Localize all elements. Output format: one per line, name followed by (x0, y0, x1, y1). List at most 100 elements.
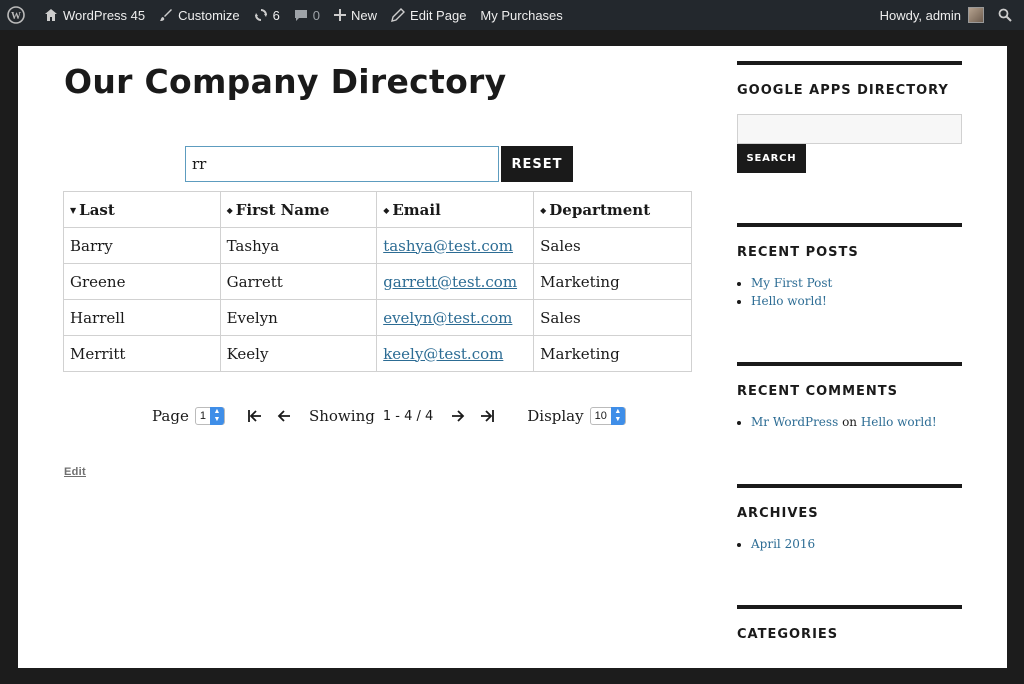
page-label: Page (152, 407, 189, 425)
last-page-icon[interactable] (479, 409, 495, 423)
table-header-row: ▼ Last ◆ First Name ◆ Email ◆ Department (63, 191, 692, 228)
recent-comments-widget: RECENT COMMENTS Mr WordPress on Hello wo… (737, 362, 962, 433)
avatar (968, 7, 984, 23)
comment-bubble-icon (294, 10, 307, 21)
google-apps-search-button[interactable]: SEARCH (737, 144, 806, 173)
next-page-icon[interactable] (451, 409, 465, 423)
comment-on-text: on (842, 415, 858, 429)
new-label: New (351, 7, 378, 23)
email-link[interactable]: tashya@test.com (383, 237, 513, 255)
archive-link[interactable]: April 2016 (751, 537, 815, 551)
column-header-department[interactable]: ◆ Department (533, 191, 692, 228)
comments-link[interactable]: 0 (287, 0, 327, 30)
cell-last: Merritt (63, 335, 221, 372)
select-arrows-icon: ▲ ▼ (610, 407, 625, 425)
cell-last: Greene (63, 263, 221, 300)
sort-icon: ◆ (540, 204, 547, 215)
sort-descending-icon: ▼ (70, 204, 77, 215)
widget-title: ARCHIVES (737, 506, 819, 521)
home-icon (45, 9, 57, 21)
page-select[interactable]: 1 ▲ ▼ (194, 407, 225, 425)
list-item: Mr WordPress on Hello world! (751, 415, 962, 429)
account-menu[interactable]: Howdy, admin (873, 0, 991, 30)
new-content-link[interactable]: New (327, 0, 384, 30)
updates-count: 6 (272, 7, 280, 23)
post-link[interactable]: Hello world! (751, 294, 827, 308)
widget-title: RECENT COMMENTS (737, 384, 899, 399)
updates-icon (254, 9, 267, 21)
widget-title: CATEGORIES (737, 627, 839, 642)
brush-icon (160, 9, 173, 21)
table-row: Greene Garrett garrett@test.com Marketin… (63, 263, 692, 300)
cell-department: Marketing (533, 263, 692, 300)
first-page-icon[interactable] (247, 409, 263, 423)
sort-icon: ◆ (226, 204, 233, 215)
svg-text:W: W (11, 11, 21, 22)
display-select[interactable]: 10 ▲ ▼ (589, 407, 626, 425)
wordpress-logo-icon[interactable]: W (0, 0, 37, 30)
list-item: April 2016 (751, 537, 962, 551)
cell-department: Marketing (533, 335, 692, 372)
cell-email: garrett@test.com (376, 263, 535, 300)
my-purchases-link[interactable]: My Purchases (473, 0, 569, 30)
page-title: Our Company Directory (64, 62, 507, 101)
cell-first-name: Garrett (219, 263, 378, 300)
display-select-value: 10 (594, 410, 607, 422)
admin-bar: W WordPress 45 Customize 6 0 New Edit Pa… (0, 0, 1024, 30)
site-name-link[interactable]: WordPress 45 (37, 0, 152, 30)
recent-comments-list: Mr WordPress on Hello world! (737, 415, 962, 429)
previous-page-icon[interactable] (277, 409, 291, 423)
customize-label: Customize (178, 7, 240, 23)
cell-first-name: Tashya (219, 227, 378, 264)
directory-table: ▼ Last ◆ First Name ◆ Email ◆ Department Bar… (63, 191, 692, 372)
admin-search-icon[interactable] (991, 0, 1024, 30)
directory-search-row: RESET (185, 146, 573, 182)
updates-link[interactable]: 6 (247, 0, 287, 30)
site-name-label: WordPress 45 (63, 7, 146, 23)
comment-post-link[interactable]: Hello world! (861, 415, 937, 429)
cell-department: Sales (533, 299, 692, 336)
list-item: Hello world! (751, 294, 962, 308)
customize-link[interactable]: Customize (152, 0, 246, 30)
archives-list: April 2016 (737, 537, 962, 551)
google-apps-directory-widget: GOOGLE APPS DIRECTORY SEARCH (737, 61, 962, 173)
edit-page-label: Edit Page (410, 7, 467, 23)
cell-last: Barry (63, 227, 221, 264)
cell-last: Harrell (63, 299, 221, 336)
cell-first-name: Evelyn (219, 299, 378, 336)
cell-department: Sales (533, 227, 692, 264)
edit-link[interactable]: Edit (64, 466, 86, 478)
page-select-value: 1 (199, 410, 206, 422)
pencil-icon (391, 8, 406, 22)
directory-search-input[interactable] (185, 146, 499, 182)
reset-button[interactable]: RESET (501, 146, 573, 182)
display-label: Display (527, 407, 584, 425)
plus-icon (334, 9, 347, 21)
page-content: Our Company Directory RESET ▼Last ◆First… (18, 46, 1007, 668)
column-header-first-name[interactable]: ◆ First Name (219, 191, 378, 228)
comments-count: 0 (312, 7, 321, 23)
archives-widget: ARCHIVES April 2016 (737, 484, 962, 555)
select-arrows-icon: ▲ ▼ (209, 407, 224, 425)
categories-widget: CATEGORIES (737, 605, 962, 642)
cell-email: tashya@test.com (376, 227, 535, 264)
table-row: Merritt Keely keely@test.com Marketing (63, 335, 692, 372)
column-header-last[interactable]: ▼ Last (63, 191, 221, 228)
table-row: Harrell Evelyn evelyn@test.com Sales (63, 299, 692, 336)
howdy-label: Howdy, admin (879, 7, 961, 23)
recent-posts-widget: RECENT POSTS My First Post Hello world! (737, 223, 962, 312)
widget-title: RECENT POSTS (737, 245, 859, 260)
email-link[interactable]: garrett@test.com (383, 273, 517, 291)
edit-page-link[interactable]: Edit Page (384, 0, 473, 30)
google-apps-search-input[interactable] (737, 114, 962, 144)
email-link[interactable]: keely@test.com (383, 345, 503, 363)
column-header-email[interactable]: ◆ Email (376, 191, 535, 228)
cell-first-name: Keely (219, 335, 378, 372)
table-row: Barry Tashya tashya@test.com Sales (63, 227, 692, 264)
post-link[interactable]: My First Post (751, 276, 832, 290)
email-link[interactable]: evelyn@test.com (383, 309, 512, 327)
cell-email: evelyn@test.com (376, 299, 535, 336)
showing-label: Showing (308, 407, 375, 425)
comment-author-link[interactable]: Mr WordPress (751, 415, 838, 429)
list-item: My First Post (751, 276, 962, 290)
